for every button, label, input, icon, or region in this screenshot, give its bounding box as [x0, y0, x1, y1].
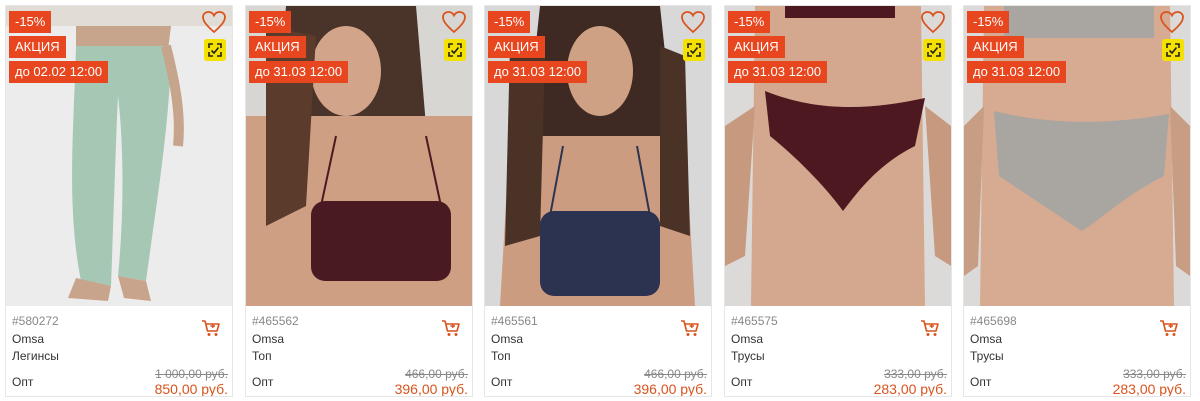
- old-price: 333,00 руб.: [884, 367, 947, 381]
- deadline-badge: до 31.03 12:00: [728, 61, 828, 83]
- scan-icon[interactable]: [923, 39, 945, 61]
- deadline-badge: до 31.03 12:00: [967, 61, 1067, 83]
- product-brand: Omsa: [12, 332, 45, 346]
- price-type-label: Опт: [731, 375, 753, 389]
- product-brand: Omsa: [252, 332, 285, 346]
- price-type-label: Опт: [252, 375, 274, 389]
- product-brand: Omsa: [970, 332, 1003, 346]
- product-info: #580272 Omsa Легинсы Опт 1 000,00 руб. 8…: [6, 306, 232, 397]
- promo-badge: АКЦИЯ: [249, 36, 306, 58]
- promo-badges: -15% АКЦИЯ до 31.03 12:00: [488, 11, 588, 83]
- promo-badge: АКЦИЯ: [728, 36, 785, 58]
- cart-icon[interactable]: [680, 318, 700, 338]
- old-price: 1 000,00 руб.: [155, 367, 228, 381]
- old-price: 333,00 руб.: [1123, 367, 1186, 381]
- product-type: Трусы: [731, 349, 765, 363]
- price-type-label: Опт: [491, 375, 513, 389]
- heart-icon[interactable]: [1159, 10, 1185, 34]
- product-sku: #465562: [252, 314, 299, 328]
- discount-badge: -15%: [728, 11, 771, 33]
- promo-badge: АКЦИЯ: [9, 36, 66, 58]
- old-price: 466,00 руб.: [644, 367, 707, 381]
- price-block: 466,00 руб. 396,00 руб.: [634, 368, 707, 397]
- product-info: #465698 Omsa Трусы Опт 333,00 руб. 283,0…: [964, 306, 1190, 397]
- cart-icon[interactable]: [441, 318, 461, 338]
- cart-icon[interactable]: [201, 318, 221, 338]
- product-sku: #465698: [970, 314, 1017, 328]
- promo-badges: -15% АКЦИЯ до 31.03 12:00: [249, 11, 349, 83]
- heart-icon[interactable]: [920, 10, 946, 34]
- heart-icon[interactable]: [441, 10, 467, 34]
- discount-badge: -15%: [488, 11, 531, 33]
- product-card[interactable]: -15% АКЦИЯ до 31.03 12:00 #465561 Omsa Т…: [484, 5, 712, 397]
- cart-icon[interactable]: [1159, 318, 1179, 338]
- new-price: 283,00 руб.: [873, 381, 947, 397]
- deadline-badge: до 02.02 12:00: [9, 61, 109, 83]
- promo-badges: -15% АКЦИЯ до 02.02 12:00: [9, 11, 109, 83]
- new-price: 850,00 руб.: [154, 381, 228, 397]
- promo-badges: -15% АКЦИЯ до 31.03 12:00: [967, 11, 1067, 83]
- discount-badge: -15%: [967, 11, 1010, 33]
- heart-icon[interactable]: [201, 10, 227, 34]
- scan-icon[interactable]: [683, 39, 705, 61]
- product-type: Топ: [252, 349, 272, 363]
- deadline-badge: до 31.03 12:00: [249, 61, 349, 83]
- scan-icon[interactable]: [1162, 39, 1184, 61]
- old-price: 466,00 руб.: [405, 367, 468, 381]
- promo-badges: -15% АКЦИЯ до 31.03 12:00: [728, 11, 828, 83]
- top-image: [311, 201, 451, 281]
- scan-icon[interactable]: [204, 39, 226, 61]
- product-info: #465562 Omsa Топ Опт 466,00 руб. 396,00 …: [246, 306, 472, 397]
- price-block: 466,00 руб. 396,00 руб.: [395, 368, 468, 397]
- top-image: [540, 211, 660, 296]
- product-grid: -15% АКЦИЯ до 02.02 12:00 #580272 Omsa Л…: [0, 0, 1200, 401]
- product-type: Топ: [491, 349, 511, 363]
- promo-badge: АКЦИЯ: [967, 36, 1024, 58]
- new-price: 283,00 руб.: [1112, 381, 1186, 397]
- heart-icon[interactable]: [680, 10, 706, 34]
- new-price: 396,00 руб.: [394, 381, 468, 397]
- product-card[interactable]: -15% АКЦИЯ до 31.03 12:00 #465562 Omsa Т…: [245, 5, 473, 397]
- promo-badge: АКЦИЯ: [488, 36, 545, 58]
- discount-badge: -15%: [9, 11, 52, 33]
- product-sku: #580272: [12, 314, 59, 328]
- product-sku: #465575: [731, 314, 778, 328]
- product-info: #465561 Omsa Топ Опт 466,00 руб. 396,00 …: [485, 306, 711, 397]
- deadline-badge: до 31.03 12:00: [488, 61, 588, 83]
- product-card[interactable]: -15% АКЦИЯ до 31.03 12:00 #465575 Omsa Т…: [724, 5, 952, 397]
- price-type-label: Опт: [970, 375, 992, 389]
- product-info: #465575 Omsa Трусы Опт 333,00 руб. 283,0…: [725, 306, 951, 397]
- price-block: 333,00 руб. 283,00 руб.: [1113, 368, 1186, 397]
- scan-icon[interactable]: [444, 39, 466, 61]
- product-card[interactable]: -15% АКЦИЯ до 31.03 12:00 #465698 Omsa Т…: [963, 5, 1191, 397]
- cart-icon[interactable]: [920, 318, 940, 338]
- product-sku: #465561: [491, 314, 538, 328]
- price-block: 1 000,00 руб. 850,00 руб.: [155, 368, 228, 397]
- product-type: Легинсы: [12, 349, 59, 363]
- discount-badge: -15%: [249, 11, 292, 33]
- price-block: 333,00 руб. 283,00 руб.: [874, 368, 947, 397]
- price-type-label: Опт: [12, 375, 34, 389]
- product-brand: Omsa: [731, 332, 764, 346]
- product-card[interactable]: -15% АКЦИЯ до 02.02 12:00 #580272 Omsa Л…: [5, 5, 233, 397]
- product-type: Трусы: [970, 349, 1004, 363]
- new-price: 396,00 руб.: [633, 381, 707, 397]
- product-brand: Omsa: [491, 332, 524, 346]
